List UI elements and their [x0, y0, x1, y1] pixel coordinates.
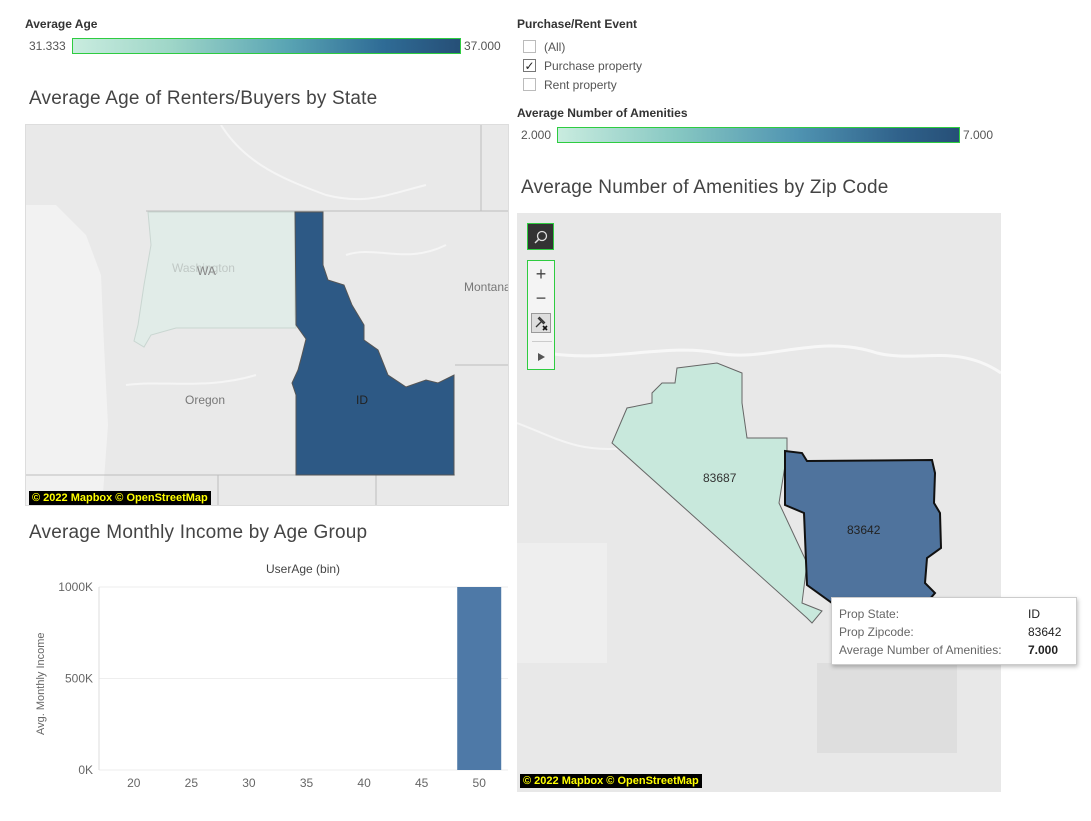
- pin-icon: [535, 316, 548, 331]
- average-age-legend-title: Average Age: [25, 17, 98, 31]
- filter-option-label: Rent property: [544, 77, 617, 92]
- washington-state-shape[interactable]: [133, 211, 297, 348]
- oregon-label: Oregon: [185, 393, 226, 407]
- amenities-legend-min: 2.000: [521, 128, 552, 142]
- tooltip-value-state: ID: [1028, 607, 1040, 621]
- zip-map-canvas: [517, 213, 1001, 792]
- x-tick-label: 35: [300, 776, 314, 790]
- y-tick-label: 0K: [78, 763, 93, 777]
- average-age-legend-max: 37.000: [464, 39, 501, 53]
- state-map[interactable]: Washington WA Montana Oregon ID © 2022 M…: [25, 124, 509, 506]
- income-chart-title: Average Monthly Income by Age Group: [29, 522, 368, 543]
- amenities-color-ramp: [557, 127, 960, 143]
- filter-option-all[interactable]: (All): [523, 37, 642, 56]
- x-tick-label: 40: [357, 776, 371, 790]
- zoom-in-button[interactable]: +: [528, 263, 554, 285]
- tooltip-value-amenities: 7.000: [1028, 643, 1059, 657]
- state-map-canvas: [26, 125, 508, 505]
- zip-83642-label: 83642: [847, 523, 881, 537]
- amenities-legend-title: Average Number of Amenities: [517, 106, 688, 120]
- checkbox-purchase-property[interactable]: ✓: [523, 59, 536, 72]
- expand-toolbar-button[interactable]: [528, 347, 554, 367]
- average-age-legend-min: 31.333: [29, 39, 66, 53]
- zip-83687-label: 83687: [703, 471, 737, 485]
- unpin-map-button[interactable]: [531, 313, 551, 333]
- zip-map-attribution[interactable]: © 2022 Mapbox © OpenStreetMap: [520, 774, 702, 788]
- income-chart-svg: 1000K 500K 0K 20 25 30 35 40 45 50: [58, 580, 508, 790]
- y-tick-label: 1000K: [58, 580, 93, 594]
- x-tick-label: 25: [185, 776, 199, 790]
- income-chart: 1000K 500K 0K 20 25 30 35 40 45 50: [56, 580, 508, 790]
- state-map-attribution[interactable]: © 2022 Mapbox © OpenStreetMap: [29, 491, 211, 505]
- x-tick-label: 20: [127, 776, 141, 790]
- zip-map[interactable]: 83687 83642 + − © 2022 Mapbox © OpenStre…: [517, 213, 1001, 792]
- montana-label: Montana: [464, 280, 509, 294]
- filter-option-rent-property[interactable]: Rent property: [523, 75, 642, 94]
- search-icon: [533, 230, 547, 244]
- amenities-legend-max: 7.000: [963, 128, 994, 142]
- zoom-out-button[interactable]: −: [528, 287, 554, 309]
- play-icon: [538, 353, 545, 361]
- purchase-rent-filter: (All) ✓ Purchase property Rent property: [523, 37, 642, 94]
- checkbox-all[interactable]: [523, 40, 536, 53]
- wa-label: WA: [197, 264, 216, 278]
- toolbar-divider: [532, 341, 552, 342]
- checkbox-rent-property[interactable]: [523, 78, 536, 91]
- filter-option-label: (All): [544, 39, 566, 54]
- y-tick-label: 500K: [65, 672, 93, 686]
- x-tick-label: 50: [473, 776, 487, 790]
- x-tick-label: 30: [242, 776, 256, 790]
- income-chart-x-header: UserAge (bin): [266, 562, 341, 576]
- state-map-title: Average Age of Renters/Buyers by State: [29, 88, 378, 109]
- purchase-rent-filter-title: Purchase/Rent Event: [517, 17, 638, 31]
- bar-50: [457, 587, 502, 770]
- zip-tooltip: Prop State: ID Prop Zipcode: 83642 Avera…: [831, 597, 1077, 665]
- filter-option-label: Purchase property: [544, 58, 643, 73]
- tooltip-key-state: Prop State:: [839, 607, 900, 621]
- filter-option-purchase-property[interactable]: ✓ Purchase property: [523, 56, 642, 75]
- x-tick-label: 45: [415, 776, 429, 790]
- average-age-color-ramp: [72, 38, 461, 54]
- tooltip-key-zipcode: Prop Zipcode:: [839, 625, 914, 639]
- tooltip-key-amenities: Average Number of Amenities:: [839, 643, 1002, 657]
- tooltip-value-zipcode: 83642: [1028, 625, 1062, 639]
- id-label: ID: [356, 393, 368, 407]
- zip-map-title: Average Number of Amenities by Zip Code: [521, 177, 889, 198]
- income-chart-y-label: Avg. Monthly Income: [35, 632, 47, 735]
- map-toolbar: + −: [527, 260, 555, 370]
- map-search-button[interactable]: [527, 223, 554, 250]
